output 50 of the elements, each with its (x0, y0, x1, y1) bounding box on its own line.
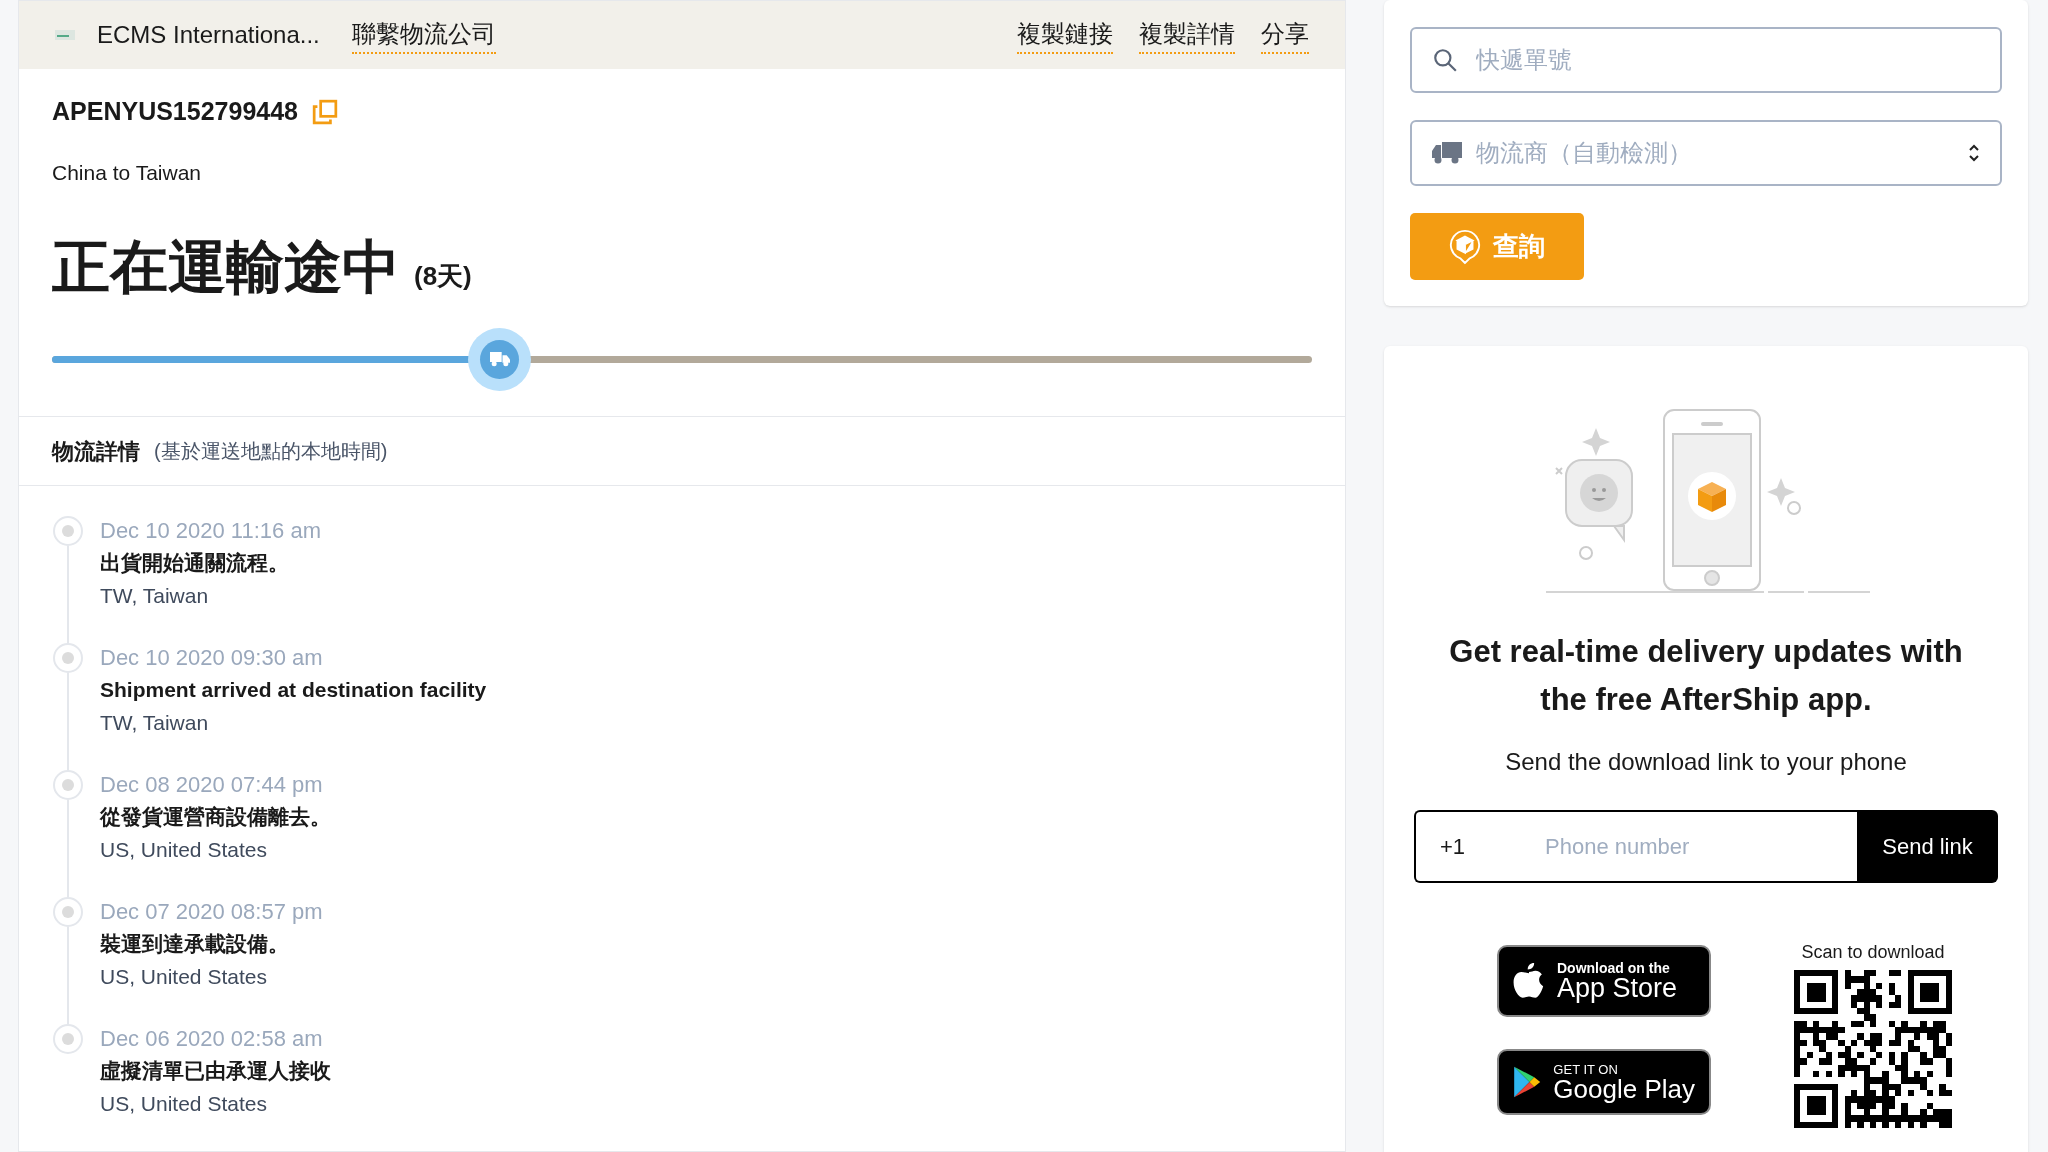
header-action-link[interactable]: 分享 (1261, 16, 1309, 55)
qr-caption: Scan to download (1801, 941, 1945, 964)
copy-icon[interactable] (312, 99, 338, 126)
phone-number-input[interactable]: Phone number (1545, 830, 1833, 863)
send-link-button[interactable]: Send link (1857, 810, 1998, 883)
transit-days: (8天) (414, 257, 472, 297)
event-date: Dec 08 2020 07:44 pm (100, 771, 324, 799)
details-title: 物流詳情 (52, 437, 140, 466)
event-description: 虛擬清單已由承運人接收 (100, 1058, 331, 1084)
contact-carrier-link[interactable]: 聯繫物流公司 (351, 16, 496, 55)
truck-icon (489, 352, 510, 368)
event-description: 從發貨運營商設備離去。 (100, 804, 331, 830)
google-play-badge[interactable]: GET IT ON Google Play (1497, 1049, 1711, 1115)
courier-select-placeholder: 物流商（自動檢測） (1476, 138, 1693, 168)
event-date: Dec 07 2020 08:57 pm (100, 898, 323, 926)
event-description: Shipment arrived at destination facility (100, 677, 487, 703)
event-description: 出貨開始通關流程。 (100, 550, 290, 576)
package-pin-icon (1449, 228, 1481, 265)
google-play-big-text: Google Play (1553, 1075, 1695, 1102)
app-store-small-text: Download on the (1557, 960, 1671, 975)
carrier-logo-icon (55, 30, 75, 41)
updown-chevron-icon (1968, 143, 1980, 163)
tracking-number: APENYUS152799448 (52, 96, 298, 128)
carrier-name: ECMS Internationa... (97, 20, 320, 51)
route-text: China to Taiwan (52, 159, 203, 186)
phone-number-field[interactable]: +1 Phone number (1414, 810, 1857, 883)
event-description: 裝運到達承載設備。 (100, 931, 290, 957)
event-location: US, United States (100, 964, 268, 990)
event-date: Dec 10 2020 09:30 am (100, 644, 324, 672)
header-action-link[interactable]: 複製詳情 (1139, 16, 1235, 55)
event-location: TW, Taiwan (100, 583, 210, 609)
tracking-number-input[interactable]: 快遞單號 (1476, 42, 1980, 78)
country-code: +1 (1440, 833, 1467, 861)
details-note: (基於運送地點的本地時間) (154, 439, 388, 465)
event-location: US, United States (100, 837, 268, 863)
apple-logo-icon (1513, 963, 1545, 999)
promo-subtext: Send the download link to your phone (1505, 747, 1907, 777)
promo-heading: Get real-time delivery updates with the free AfterShip app. (1448, 633, 1964, 719)
event-date: Dec 10 2020 11:16 am (100, 517, 321, 545)
search-icon (1432, 47, 1458, 73)
app-store-badge[interactable]: Download on the App Store (1497, 945, 1711, 1017)
truck-icon (1432, 142, 1462, 164)
app-store-big-text: App Store (1557, 974, 1678, 1002)
tracking-number-field[interactable]: 快遞單號 (1410, 27, 2002, 93)
header-action-link[interactable]: 複製鏈接 (1017, 16, 1113, 55)
google-play-small-text: GET IT ON (1553, 1062, 1619, 1076)
event-date: Dec 06 2020 02:58 am (100, 1025, 324, 1053)
event-location: TW, Taiwan (100, 710, 210, 736)
event-location: US, United States (100, 1091, 268, 1117)
status-title: 正在運輸途中 (52, 238, 400, 297)
